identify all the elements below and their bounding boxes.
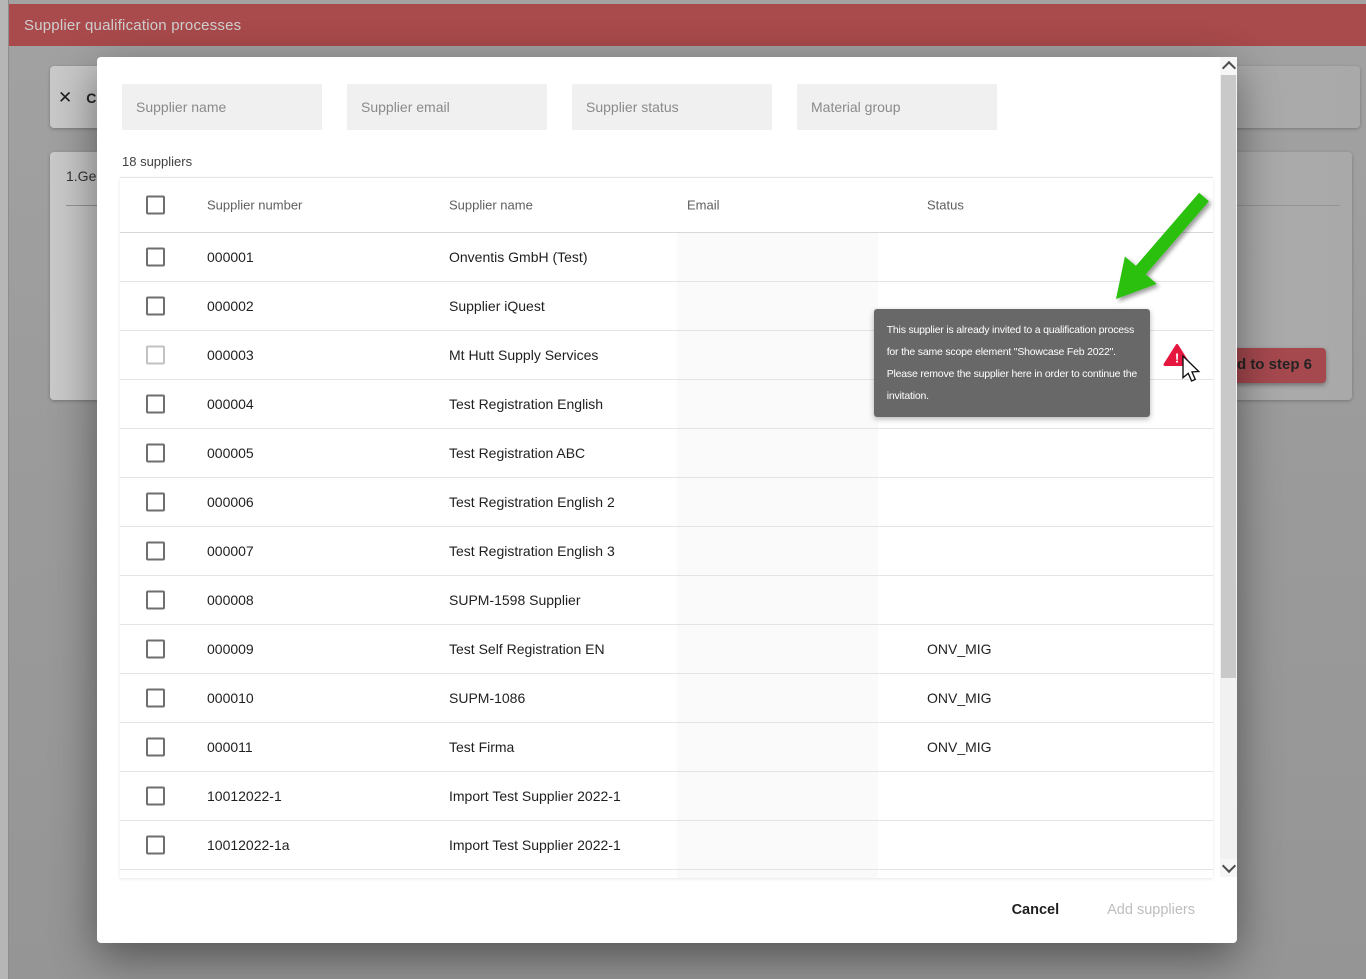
table-row[interactable]: 000007 Test Registration English 3 [120,527,1213,576]
row-checkbox[interactable] [146,689,165,708]
email-cell [677,282,878,330]
supplier-count-label: 18 suppliers [122,154,192,169]
email-cell [677,674,878,722]
supplier-number-cell: 000004 [207,396,254,412]
supplier-number-cell: 000008 [207,592,254,608]
supplier-name-cell: Test Registration English 3 [449,543,615,559]
row-checkbox[interactable] [146,444,165,463]
supplier-name-cell: Test Registration ABC [449,445,585,461]
supplier-number-cell: 000010 [207,690,254,706]
supplier-email-filter-input[interactable] [347,84,547,130]
row-checkbox[interactable] [146,493,165,512]
table-row[interactable]: 000005 Test Registration ABC [120,429,1213,478]
add-suppliers-dialog: 18 suppliers Supplier number Supplier na… [97,57,1237,943]
email-cell [677,478,878,526]
material-group-filter-input[interactable] [797,84,997,130]
supplier-number-cell: 000011 [207,739,253,755]
supplier-name-cell: Test Self Registration EN [449,641,605,657]
supplier-number-cell: 10012022-1 [207,788,282,804]
warning-triangle-icon[interactable]: ! [1163,343,1191,367]
row-checkbox[interactable] [146,542,165,561]
email-cell [677,527,878,575]
email-cell [677,625,878,673]
supplier-number-cell: 000002 [207,298,254,314]
email-cell [677,772,878,820]
status-cell: ONV_MIG [927,641,992,657]
supplier-name-cell: SUPM-1598 Supplier [449,592,581,608]
app-header-bar: Supplier qualification processes [9,4,1366,46]
email-cell [677,380,878,428]
row-checkbox[interactable] [146,836,165,855]
nav-sidebar-edge [0,0,9,979]
already-invited-tooltip: This supplier is already invited to a qu… [874,309,1150,417]
status-cell: ONV_MIG [927,690,992,706]
table-row[interactable]: 000011 Test Firma ONV_MIG [120,723,1213,772]
supplier-number-cell: 10012022-1a [207,837,290,853]
supplier-number-cell: 000006 [207,494,254,510]
supplier-status-filter-input[interactable] [572,84,772,130]
select-all-checkbox[interactable] [146,196,165,215]
dialog-scrollbar[interactable] [1220,57,1237,877]
supplier-name-cell: Test Firma [449,739,514,755]
email-cell [677,723,878,771]
row-checkbox[interactable] [146,395,165,414]
column-header-email: Email [687,198,720,213]
row-checkbox[interactable] [146,640,165,659]
table-row[interactable]: 000010 SUPM-1086 ONV_MIG [120,674,1213,723]
email-cell [677,233,878,281]
row-checkbox[interactable] [146,738,165,757]
email-cell [677,821,878,869]
row-checkbox[interactable] [146,297,165,316]
filter-bar [122,84,997,130]
supplier-number-cell: 000007 [207,543,254,559]
chevron-up-icon [1221,61,1235,75]
table-row[interactable]: 10012022-1a Import Test Supplier 2022-1 [120,821,1213,870]
supplier-number-cell: 000003 [207,347,254,363]
email-cell [677,331,878,379]
table-row[interactable]: 000006 Test Registration English 2 [120,478,1213,527]
column-header-supplier-name: Supplier name [449,198,533,213]
email-cell [677,576,878,624]
close-icon: ✕ [58,88,72,108]
supplier-name-cell: Test Registration English [449,396,603,412]
email-cell [677,429,878,477]
scrollbar-up-button[interactable] [1220,57,1237,75]
supplier-name-cell: Mt Hutt Supply Services [449,347,598,363]
supplier-number-cell: 000009 [207,641,254,657]
proceed-to-step-label: ed to step 6 [1229,356,1312,373]
add-suppliers-button[interactable]: Add suppliers [1105,896,1197,924]
supplier-name-filter-input[interactable] [122,84,322,130]
status-cell: ONV_MIG [927,739,992,755]
column-header-status: Status [927,198,964,213]
dialog-footer: Cancel Add suppliers [97,877,1237,943]
supplier-name-cell: Supplier iQuest [449,298,545,314]
supplier-name-cell: Import Test Supplier 2022-1 [449,837,621,853]
table-header-row: Supplier number Supplier name Email Stat… [120,178,1213,233]
scrollbar-down-button[interactable] [1220,859,1237,877]
column-header-supplier-number: Supplier number [207,198,302,213]
svg-text:!: ! [1175,351,1179,366]
supplier-name-cell: Test Registration English 2 [449,494,615,510]
supplier-number-cell: 000001 [207,249,254,265]
cancel-button[interactable]: Cancel [1010,896,1062,924]
table-row[interactable]: 10012022-1 Import Test Supplier 2022-1 [120,772,1213,821]
page-title: Supplier qualification processes [9,17,241,34]
table-row[interactable]: 000008 SUPM-1598 Supplier [120,576,1213,625]
table-row[interactable]: 000001 Onventis GmbH (Test) [120,233,1213,282]
supplier-number-cell: 000005 [207,445,254,461]
supplier-name-cell: Import Test Supplier 2022-1 [449,788,621,804]
row-checkbox[interactable] [146,248,165,267]
scrollbar-thumb[interactable] [1221,75,1236,678]
row-checkbox[interactable] [146,787,165,806]
suppliers-table: Supplier number Supplier name Email Stat… [120,177,1213,878]
row-checkbox[interactable] [146,591,165,610]
table-row[interactable]: 000009 Test Self Registration EN ONV_MIG [120,625,1213,674]
supplier-name-cell: SUPM-1086 [449,690,525,706]
chevron-down-icon [1221,859,1235,873]
supplier-name-cell: Onventis GmbH (Test) [449,249,587,265]
row-checkbox[interactable] [146,346,165,365]
